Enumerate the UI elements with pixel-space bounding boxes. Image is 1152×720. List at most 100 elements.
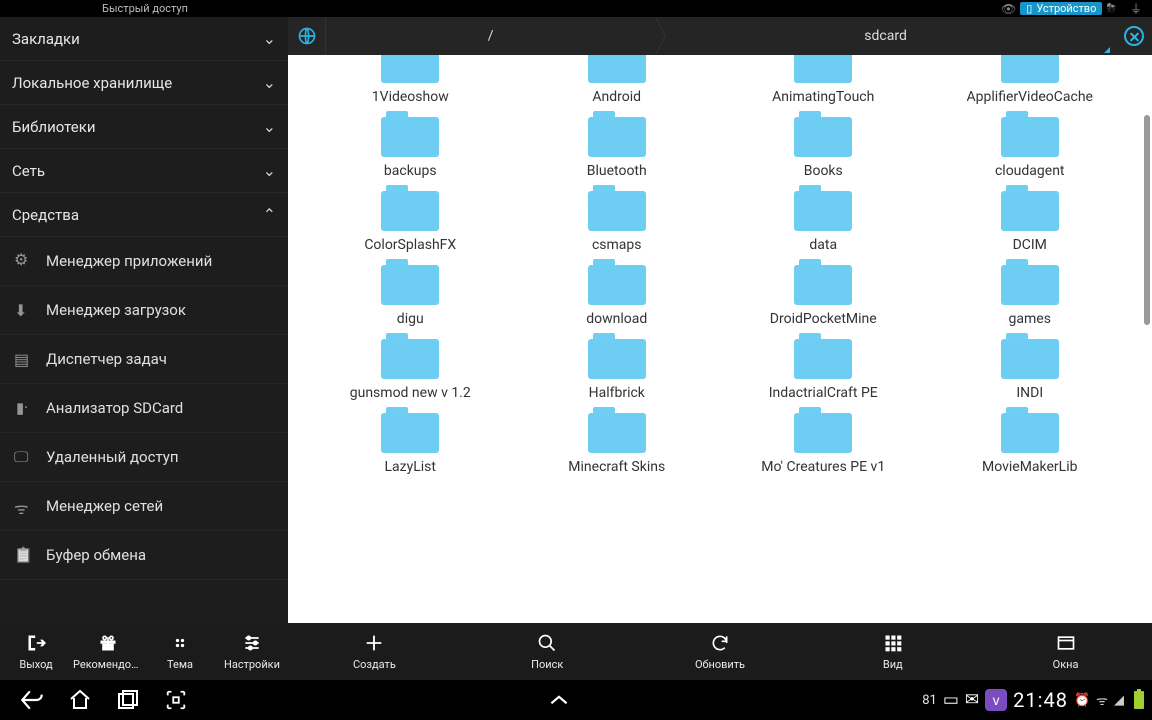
tool-item-gear[interactable]: Менеджер приложений <box>0 237 288 286</box>
folder-icon <box>381 111 439 157</box>
tasks-icon <box>14 350 32 368</box>
bottom-refresh-button[interactable]: Обновить <box>634 623 807 680</box>
bottom-plus-button[interactable]: Создать <box>288 623 461 680</box>
folder-item[interactable]: IndactrialCraft PE <box>723 333 924 401</box>
bottom-label: Настройки <box>224 658 280 671</box>
folder-name: IndactrialCraft PE <box>769 385 878 401</box>
close-tab-button[interactable] <box>1116 26 1152 46</box>
tool-label: Удаленный доступ <box>46 448 179 466</box>
path-bar: / sdcard <box>288 17 1152 55</box>
bottom-exit-button[interactable]: Выход <box>0 623 72 680</box>
bottom-search-button[interactable]: Поиск <box>461 623 634 680</box>
status-tray[interactable]: 81 ▭ ✉ ᴠ 21:48 ⏰ ᯤ ◢ <box>918 688 1144 712</box>
main-area: / sdcard 1Videoshow AndroidAnimatingTouch… <box>288 17 1152 623</box>
mobile-icon: ▯ <box>1026 2 1032 15</box>
folder-item[interactable]: DCIM <box>930 185 1131 253</box>
folder-item[interactable]: backups <box>310 111 511 179</box>
chevron-down-icon: ⌄ <box>263 161 276 180</box>
folder-icon <box>588 111 646 157</box>
tool-label: Менеджер приложений <box>46 252 212 270</box>
folder-name: Halfbrick <box>589 385 645 401</box>
tool-item-sd[interactable]: Анализатор SDCard <box>0 384 288 433</box>
exit-icon <box>25 632 47 654</box>
grid-icon <box>883 632 903 654</box>
folder-item[interactable]: digu <box>310 259 511 327</box>
sidebar-section-0[interactable]: Закладки⌄ <box>0 17 288 61</box>
folder-name: gunsmod new v 1.2 <box>350 385 471 401</box>
tool-item-wifi[interactable]: Менеджер сетей <box>0 482 288 531</box>
folder-icon <box>381 185 439 231</box>
file-grid[interactable]: 1Videoshow AndroidAnimatingTouch Applifier… <box>288 55 1152 623</box>
folder-item[interactable]: LazyList <box>310 407 511 475</box>
sidebar-section-1[interactable]: Локальное хранилище⌄ <box>0 61 288 105</box>
folder-item[interactable]: DroidPocketMine <box>723 259 924 327</box>
quick-access-label: Быстрый доступ <box>0 2 290 15</box>
sidebar-section-4[interactable]: Средства⌃ <box>0 193 288 237</box>
tool-item-tasks[interactable]: Диспетчер задач <box>0 335 288 384</box>
sliders-icon <box>242 632 262 654</box>
breadcrumb-root[interactable]: / <box>326 17 655 55</box>
bottom-grid-button[interactable]: Вид <box>806 623 979 680</box>
globe-button[interactable] <box>288 17 326 55</box>
folder-item[interactable]: Halfbrick <box>517 333 718 401</box>
folder-item[interactable]: ApplifierVideoCache <box>930 55 1131 105</box>
bottom-toolbar: ВыходРекомендов...Тема Настройки СоздатьП… <box>0 623 1152 680</box>
bottom-sliders-button[interactable]: Настройки <box>216 623 288 680</box>
bottom-gift-button[interactable]: Рекомендов... <box>72 623 144 680</box>
folder-item[interactable]: INDI <box>930 333 1131 401</box>
folder-name: ApplifierVideoCache <box>967 89 1093 105</box>
folder-name: Books <box>804 163 843 179</box>
folder-item[interactable]: MovieMakerLib <box>930 407 1131 475</box>
home-button[interactable] <box>56 680 104 720</box>
plus-icon <box>363 632 385 654</box>
scrollbar[interactable] <box>1144 115 1150 325</box>
folder-icon <box>1001 111 1059 157</box>
folder-item[interactable]: data <box>723 185 924 253</box>
clock: 21:48 <box>1013 688 1068 712</box>
folder-item[interactable]: gunsmod new v 1.2 <box>310 333 511 401</box>
palette-icon <box>170 632 190 654</box>
folder-item[interactable]: games <box>930 259 1131 327</box>
recent-apps-button[interactable] <box>104 680 152 720</box>
folder-name: 1Videoshow <box>372 89 449 105</box>
folder-item[interactable]: cloudagent <box>930 111 1131 179</box>
folder-icon <box>794 259 852 305</box>
folder-item[interactable]: AnimatingTouch <box>723 55 924 105</box>
tool-item-remote[interactable]: Удаленный доступ <box>0 433 288 482</box>
folder-item[interactable]: 1Videoshow <box>310 55 511 105</box>
tool-item-clip[interactable]: Буфер обмена <box>0 531 288 580</box>
viber-icon: ᴠ <box>985 689 1007 711</box>
folder-name: MovieMakerLib <box>982 459 1077 475</box>
folder-item[interactable]: Books <box>723 111 924 179</box>
screenshot-button[interactable] <box>152 680 200 720</box>
folder-icon <box>381 259 439 305</box>
back-button[interactable] <box>8 680 56 720</box>
sidebar-section-label: Библиотеки <box>12 118 263 136</box>
folder-item[interactable]: ColorSplashFX <box>310 185 511 253</box>
bottom-windows-button[interactable]: Окна <box>979 623 1152 680</box>
folder-item[interactable]: download <box>517 259 718 327</box>
folder-item[interactable]: Bluetooth <box>517 111 718 179</box>
folder-item[interactable]: Minecraft Skins <box>517 407 718 475</box>
folder-icon <box>794 111 852 157</box>
device-label: Устройство <box>1036 2 1096 15</box>
cloud-icon: ⛈ <box>1106 1 1116 16</box>
search-icon <box>537 632 557 654</box>
alarm-icon: ⏰ <box>1074 693 1090 708</box>
sidebar-section-3[interactable]: Сеть⌄ <box>0 149 288 193</box>
battery-percent: 81 <box>918 693 937 708</box>
folder-item[interactable]: Mo' Creatures PE v1 <box>723 407 924 475</box>
bottom-palette-button[interactable]: Тема <box>144 623 216 680</box>
tool-item-download[interactable]: Менеджер загрузок <box>0 286 288 335</box>
expand-up-button[interactable] <box>535 680 583 720</box>
folder-name: ColorSplashFX <box>364 237 456 253</box>
folder-icon <box>1001 259 1059 305</box>
folder-icon <box>1001 407 1059 453</box>
breadcrumb-current[interactable]: sdcard <box>655 17 1116 55</box>
device-pill[interactable]: ▯ Устройство <box>1020 2 1102 15</box>
folder-item[interactable]: csmaps <box>517 185 718 253</box>
folder-icon <box>794 55 852 83</box>
folder-item[interactable]: Android <box>517 55 718 105</box>
refresh-icon <box>710 632 730 654</box>
sidebar-section-2[interactable]: Библиотеки⌄ <box>0 105 288 149</box>
